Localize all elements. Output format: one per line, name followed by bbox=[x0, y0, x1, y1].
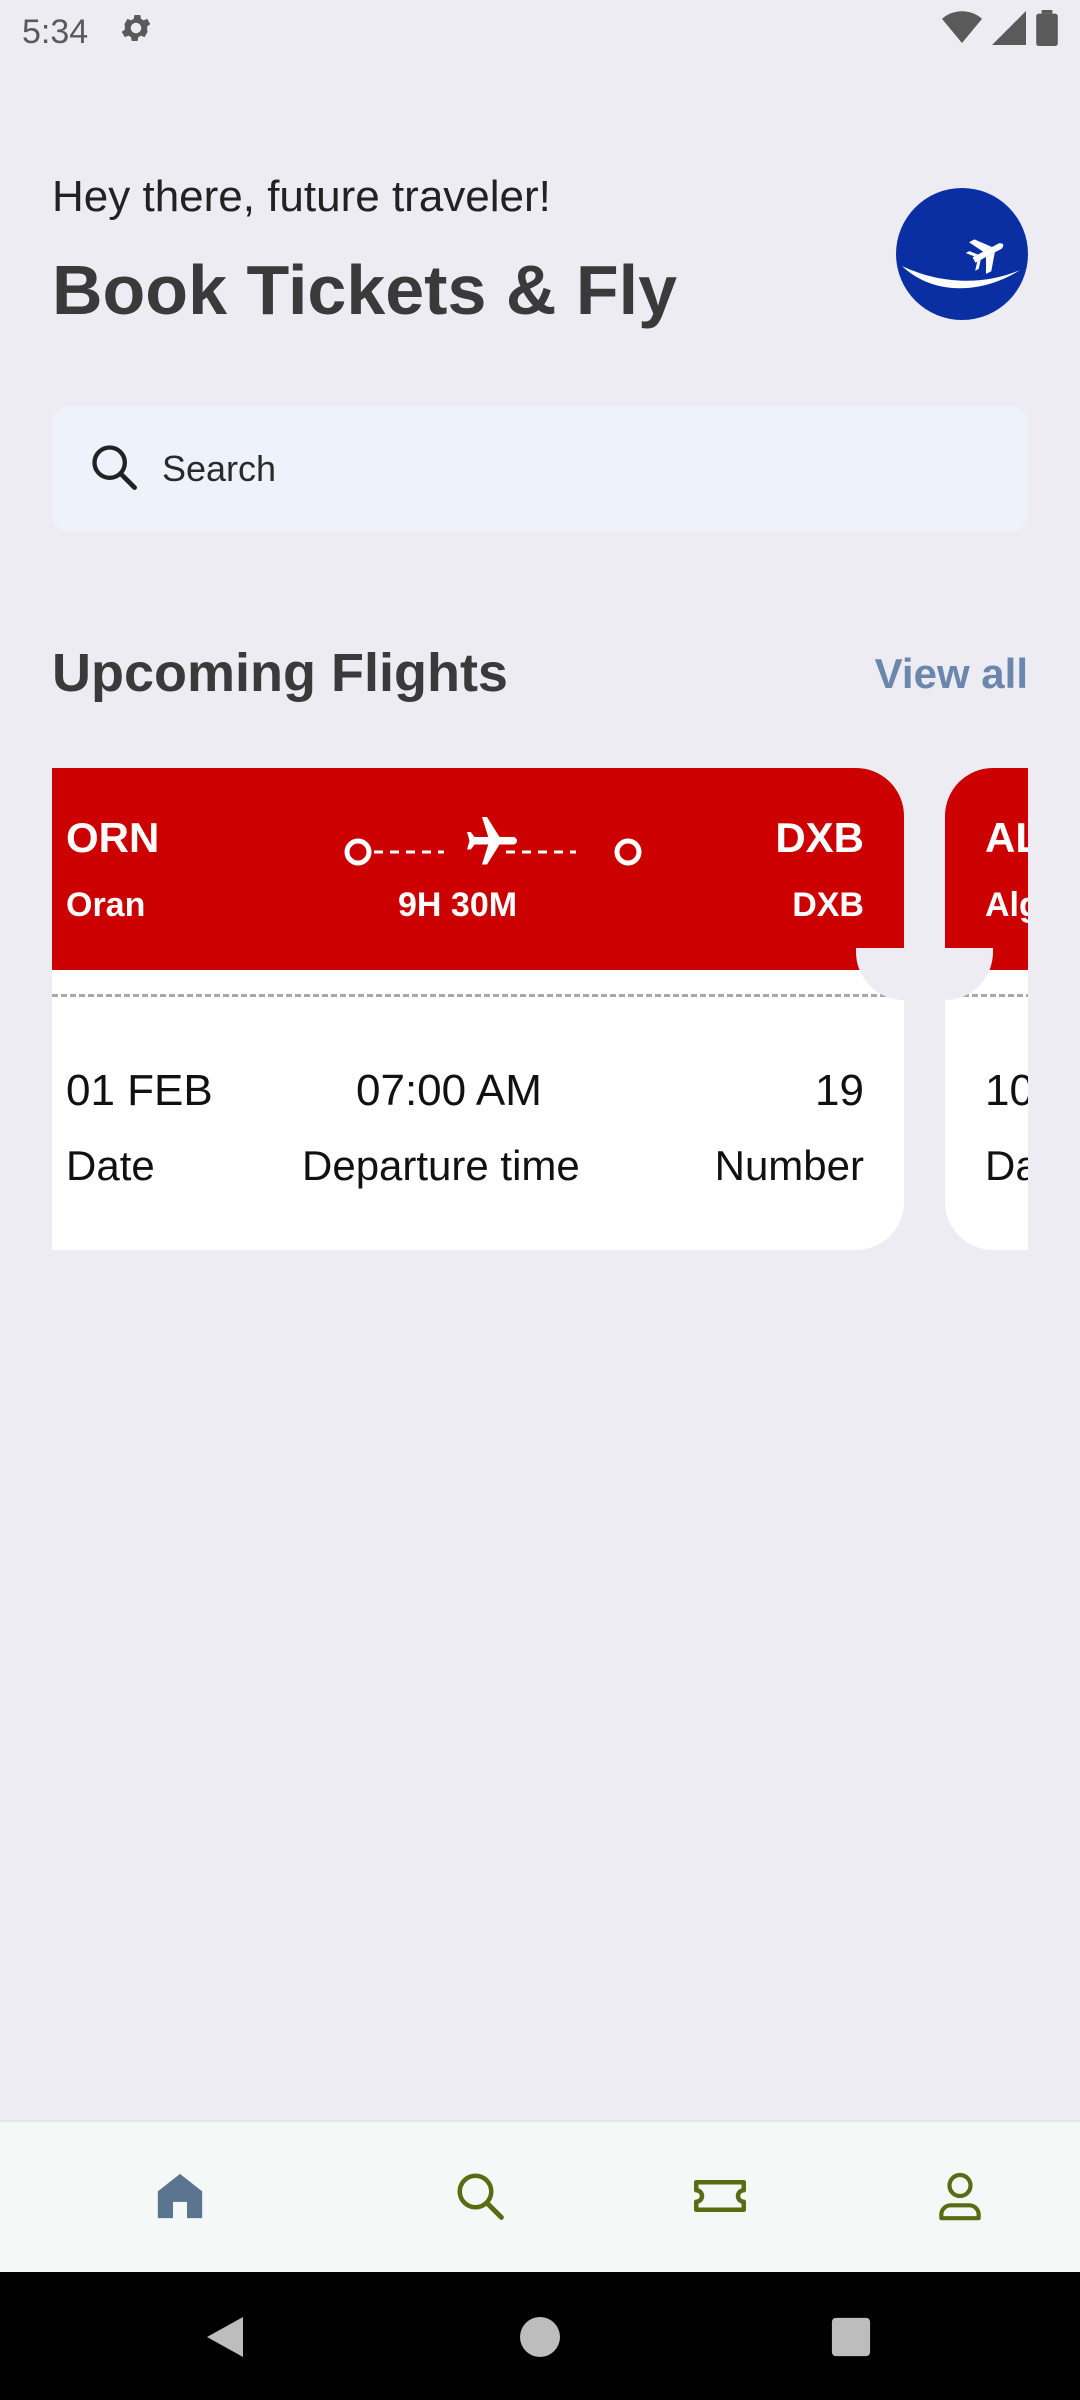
flight-card-details: 10 Da bbox=[897, 948, 1028, 1250]
recents-icon[interactable] bbox=[824, 2310, 878, 2364]
origin-code: AL bbox=[985, 814, 1028, 861]
system-navigation-bar bbox=[0, 2272, 1080, 2400]
nav-profile[interactable] bbox=[920, 2162, 1000, 2234]
flight-card-details: 01 FEB Date 07:00 AM Departure time 19 N… bbox=[52, 948, 952, 1250]
flight-cards-carousel[interactable]: ORN Oran 9H 30M DXB DXB 01 FEB Date 07:0… bbox=[52, 768, 1028, 1250]
flight-card-header: AL Alg bbox=[945, 768, 1028, 970]
battery-icon bbox=[1036, 9, 1058, 55]
flight-card[interactable]: ORN Oran 9H 30M DXB DXB 01 FEB Date 07:0… bbox=[52, 768, 952, 1250]
airline-logo[interactable] bbox=[896, 188, 1028, 320]
plane-icon bbox=[462, 812, 522, 877]
profile-icon bbox=[932, 2168, 988, 2229]
destination-code: DXB bbox=[775, 814, 864, 861]
departure-time-label: Departure time bbox=[302, 1142, 580, 1189]
section-title: Upcoming Flights bbox=[52, 643, 508, 703]
wifi-icon bbox=[942, 10, 982, 54]
flight-date-label: Da bbox=[985, 1142, 1028, 1189]
status-time: 5:34 bbox=[22, 12, 89, 51]
flight-number: 19 bbox=[815, 1066, 864, 1115]
status-bar: 5:34 bbox=[0, 0, 1080, 64]
flight-number-label: Number bbox=[714, 1142, 864, 1189]
search-icon bbox=[453, 2169, 507, 2228]
destination-city: DXB bbox=[792, 886, 864, 924]
bottom-navigation bbox=[0, 2120, 1080, 2272]
flight-duration: 9H 30M bbox=[398, 886, 518, 924]
ticket-divider bbox=[52, 994, 904, 997]
greeting-text: Hey there, future traveler! bbox=[52, 172, 551, 221]
search-input[interactable] bbox=[162, 448, 942, 490]
flight-date-label: Date bbox=[66, 1142, 155, 1189]
home-circle-icon[interactable] bbox=[513, 2310, 567, 2364]
origin-city: Alg bbox=[985, 886, 1028, 924]
flight-date: 10 bbox=[985, 1066, 1028, 1115]
page-title: Book Tickets & Fly bbox=[52, 251, 678, 329]
origin-code: ORN bbox=[66, 814, 160, 861]
nav-tickets[interactable] bbox=[680, 2162, 760, 2234]
signal-icon bbox=[992, 10, 1026, 54]
flight-date: 01 FEB bbox=[66, 1066, 213, 1115]
origin-city: Oran bbox=[66, 886, 146, 924]
home-icon bbox=[152, 2168, 208, 2229]
back-icon[interactable] bbox=[198, 2310, 252, 2364]
nav-home[interactable] bbox=[140, 2162, 220, 2234]
departure-time: 07:00 AM bbox=[356, 1066, 542, 1115]
search-icon bbox=[88, 441, 140, 498]
ticket-icon bbox=[690, 2166, 750, 2231]
search-bar[interactable] bbox=[52, 406, 1028, 532]
flight-card[interactable]: AL Alg 10 Da bbox=[897, 768, 1028, 1250]
gear-icon bbox=[118, 10, 154, 55]
view-all-link[interactable]: View all bbox=[875, 650, 1028, 698]
nav-search[interactable] bbox=[440, 2162, 520, 2234]
flight-card-header: ORN Oran 9H 30M DXB DXB bbox=[52, 768, 904, 970]
